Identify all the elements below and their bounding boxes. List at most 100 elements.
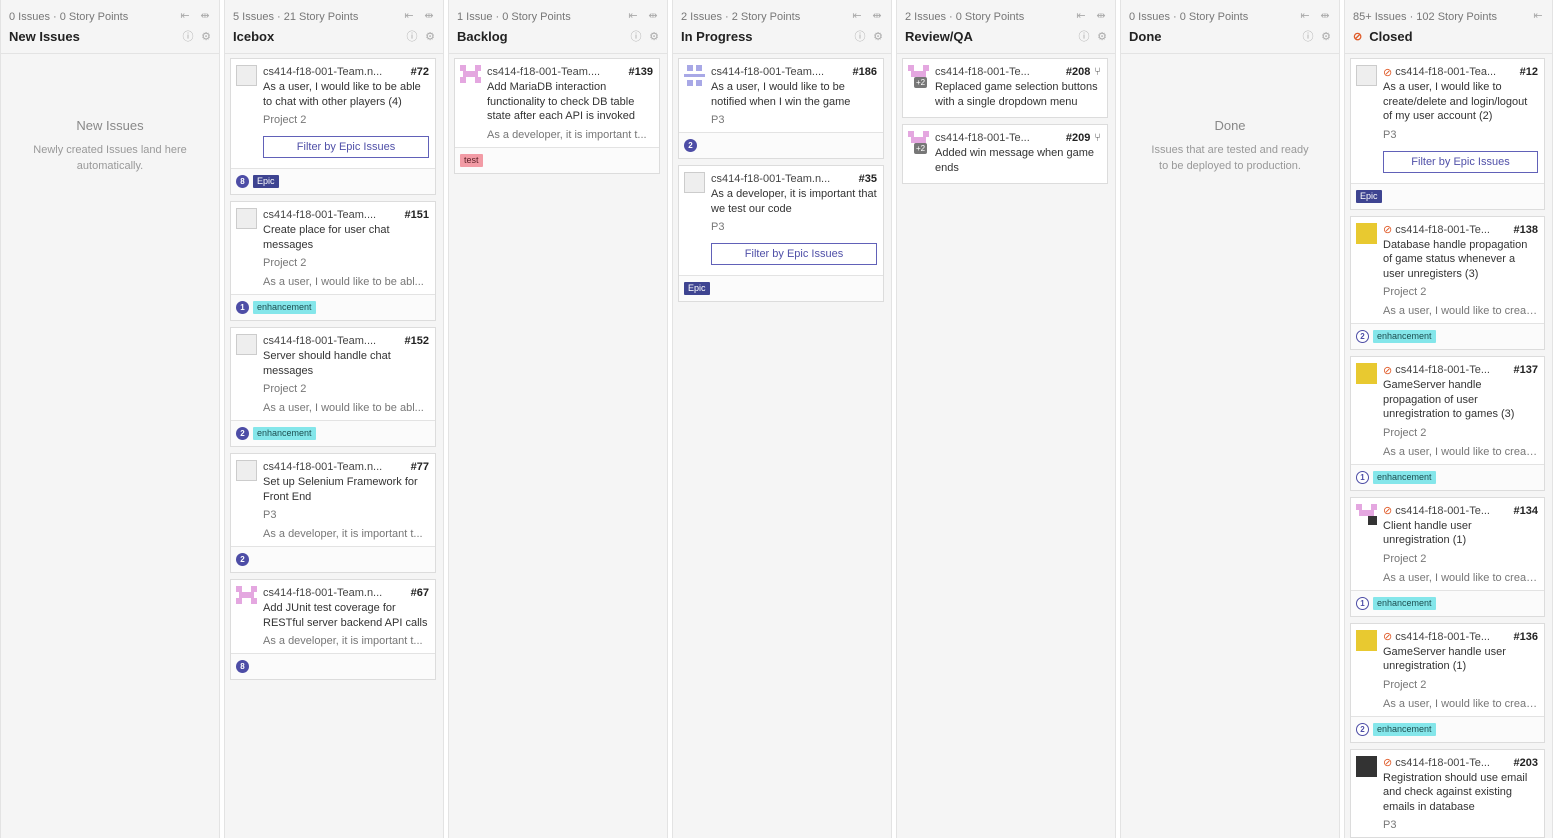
issue-number[interactable]: #152	[405, 335, 429, 347]
repo-name: cs414-f18-001-Te...	[1395, 630, 1490, 643]
info-icon[interactable]: ⓘ	[406, 31, 418, 43]
minimize-icon[interactable]: ⇹	[423, 10, 435, 22]
label-enhancement[interactable]: enhancement	[1373, 722, 1436, 736]
issue-card[interactable]: ⊘ cs414-f18-001-Tea... #12 As a user, I wo…	[1350, 58, 1545, 210]
issue-title[interactable]: Client handle user unregistration (1)	[1383, 519, 1538, 548]
issue-number[interactable]: #12	[1520, 66, 1538, 78]
issue-card[interactable]: cs414-f18-001-Team.... #152 Server should…	[230, 327, 436, 447]
issue-card[interactable]: cs414-f18-001-Team.n... #77 Set up Seleni…	[230, 453, 436, 573]
parent-epic[interactable]: ▤As a user, I would like to be abl...	[263, 276, 429, 290]
label-enhancement[interactable]: enhancement	[1373, 596, 1436, 610]
label-epic[interactable]: Epic	[684, 282, 710, 295]
parent-epic[interactable]: ▤As a developer, it is important t...	[487, 129, 653, 143]
pipeline-meta: 0 Issues · 0 Story Points	[1129, 11, 1249, 23]
issue-card[interactable]: cs414-f18-001-Team.... #139 Add MariaDB i…	[454, 58, 660, 174]
gear-icon[interactable]: ⚙	[872, 31, 884, 43]
gear-icon[interactable]: ⚙	[648, 31, 660, 43]
issue-title[interactable]: Replaced game selection buttons with a s…	[935, 80, 1101, 109]
gear-icon[interactable]: ⚙	[1320, 31, 1332, 43]
closed-icon: ⊘	[1353, 31, 1363, 43]
collapse-icon[interactable]: ⇤	[179, 10, 191, 22]
issue-card[interactable]: cs414-f18-001-Team.... #186 As a user, I …	[678, 58, 884, 159]
issue-card[interactable]: +2 cs414-f18-001-Te... #209 ⑂ Added win me…	[902, 124, 1108, 184]
parent-epic[interactable]: ▤As a user, I would like to create/...	[1383, 305, 1538, 319]
repo-name: cs414-f18-001-Team.n...	[263, 587, 383, 599]
parent-epic[interactable]: ▤As a user, I would like to be abl...	[263, 402, 429, 416]
issue-title[interactable]: Server should handle chat messages	[263, 349, 429, 378]
issue-card[interactable]: ⊘ cs414-f18-001-Te... #203 Registration sh…	[1350, 748, 1545, 838]
info-icon[interactable]: ⓘ	[1302, 31, 1314, 43]
issue-card[interactable]: cs414-f18-001-Team.n... #72 As a user, I …	[230, 58, 436, 195]
issue-title[interactable]: GameServer handle user unregistration (1…	[1383, 645, 1538, 674]
filter-epic-button[interactable]: Filter by Epic Issues	[1383, 150, 1538, 173]
issue-number[interactable]: #139	[629, 66, 653, 78]
issue-card[interactable]: cs414-f18-001-Team.n... #67 Add JUnit tes…	[230, 579, 436, 680]
minimize-icon[interactable]: ⇹	[871, 10, 883, 22]
collapse-icon[interactable]: ⇤	[1299, 10, 1311, 22]
issue-number[interactable]: #136	[1514, 631, 1538, 643]
collapse-icon[interactable]: ⇤	[1075, 10, 1087, 22]
minimize-icon[interactable]: ⇹	[199, 10, 211, 22]
issue-title[interactable]: As a user, I would like to be able to ch…	[263, 80, 429, 109]
issue-title[interactable]: As a developer, it is important that we …	[711, 187, 877, 216]
issue-title[interactable]: Create place for user chat messages	[263, 223, 429, 252]
issue-number[interactable]: #35	[859, 173, 877, 185]
collapse-icon[interactable]: ⇤	[1532, 10, 1544, 22]
issue-card[interactable]: ⊘ cs414-f18-001-Te... #134 Client handle u…	[1350, 496, 1545, 617]
parent-epic[interactable]: ▤As a developer, it is important t...	[263, 635, 429, 649]
issue-number[interactable]: #186	[853, 66, 877, 78]
issue-card[interactable]: +2 cs414-f18-001-Te... #208 ⑂ Replaced gam…	[902, 58, 1108, 118]
issue-number[interactable]: #151	[405, 209, 429, 221]
collapse-icon[interactable]: ⇤	[627, 10, 639, 22]
issue-title[interactable]: Add JUnit test coverage for RESTful serv…	[263, 601, 429, 630]
info-icon[interactable]: ⓘ	[182, 31, 194, 43]
issue-title[interactable]: As a user, I would like to be notified w…	[711, 80, 877, 109]
filter-epic-button[interactable]: Filter by Epic Issues	[263, 136, 429, 158]
issue-number[interactable]: #134	[1514, 505, 1538, 517]
gear-icon[interactable]: ⚙	[200, 31, 212, 43]
info-icon[interactable]: ⓘ	[630, 31, 642, 43]
minimize-icon[interactable]: ⇹	[1095, 10, 1107, 22]
gear-icon[interactable]: ⚙	[424, 31, 436, 43]
issue-number[interactable]: #209	[1066, 132, 1090, 144]
minimize-icon[interactable]: ⇹	[1319, 10, 1331, 22]
issue-number[interactable]: #72	[411, 66, 429, 78]
issue-number[interactable]: #203	[1514, 757, 1538, 769]
filter-epic-button[interactable]: Filter by Epic Issues	[711, 243, 877, 265]
info-icon[interactable]: ⓘ	[1078, 31, 1090, 43]
estimate-badge: 8	[236, 660, 249, 673]
minimize-icon[interactable]: ⇹	[647, 10, 659, 22]
issue-number[interactable]: #67	[411, 587, 429, 599]
issue-title[interactable]: As a user, I would like to create/delete…	[1383, 80, 1538, 124]
label-enhancement[interactable]: enhancement	[1373, 330, 1436, 343]
label-epic[interactable]: Epic	[1356, 189, 1382, 203]
issue-title[interactable]: Registration should use email and check …	[1383, 771, 1538, 815]
issue-title[interactable]: Add MariaDB interaction functionality to…	[487, 80, 653, 124]
gear-icon[interactable]: ⚙	[1096, 31, 1108, 43]
info-icon[interactable]: ⓘ	[854, 31, 866, 43]
parent-epic[interactable]: ▤As a user, I would like to create/...	[1383, 572, 1538, 586]
label-enhancement[interactable]: enhancement	[253, 301, 316, 314]
parent-epic[interactable]: ▤As a user, I would like to create/...	[1383, 446, 1538, 460]
issue-card[interactable]: ⊘ cs414-f18-001-Te... #138 Database handle…	[1350, 215, 1545, 350]
issue-card[interactable]: ⊘ cs414-f18-001-Te... #137 GameServer hand…	[1350, 356, 1545, 491]
issue-number[interactable]: #137	[1514, 364, 1538, 376]
label-enhancement[interactable]: enhancement	[253, 427, 316, 440]
issue-card[interactable]: cs414-f18-001-Team.... #151 Create place …	[230, 201, 436, 321]
issue-number[interactable]: #208	[1066, 66, 1090, 78]
parent-epic[interactable]: ▤As a developer, it is important t...	[263, 528, 429, 542]
issue-number[interactable]: #77	[411, 461, 429, 473]
label-enhancement[interactable]: enhancement	[1373, 470, 1436, 484]
issue-title[interactable]: Set up Selenium Framework for Front End	[263, 475, 429, 504]
issue-title[interactable]: GameServer handle propagation of user un…	[1383, 378, 1538, 422]
issue-number[interactable]: #138	[1514, 224, 1538, 236]
issue-card[interactable]: cs414-f18-001-Team.n... #35 As a develope…	[678, 165, 884, 302]
issue-title[interactable]: Added win message when game ends	[935, 146, 1101, 175]
label-test[interactable]: test	[460, 153, 483, 167]
issue-card[interactable]: ⊘ cs414-f18-001-Te... #136 GameServer hand…	[1350, 622, 1545, 743]
collapse-icon[interactable]: ⇤	[403, 10, 415, 22]
collapse-icon[interactable]: ⇤	[851, 10, 863, 22]
label-epic[interactable]: Epic	[253, 175, 279, 188]
issue-title[interactable]: Database handle propagation of game stat…	[1383, 238, 1538, 282]
parent-epic[interactable]: ▤As a user, I would like to create/...	[1383, 698, 1538, 712]
